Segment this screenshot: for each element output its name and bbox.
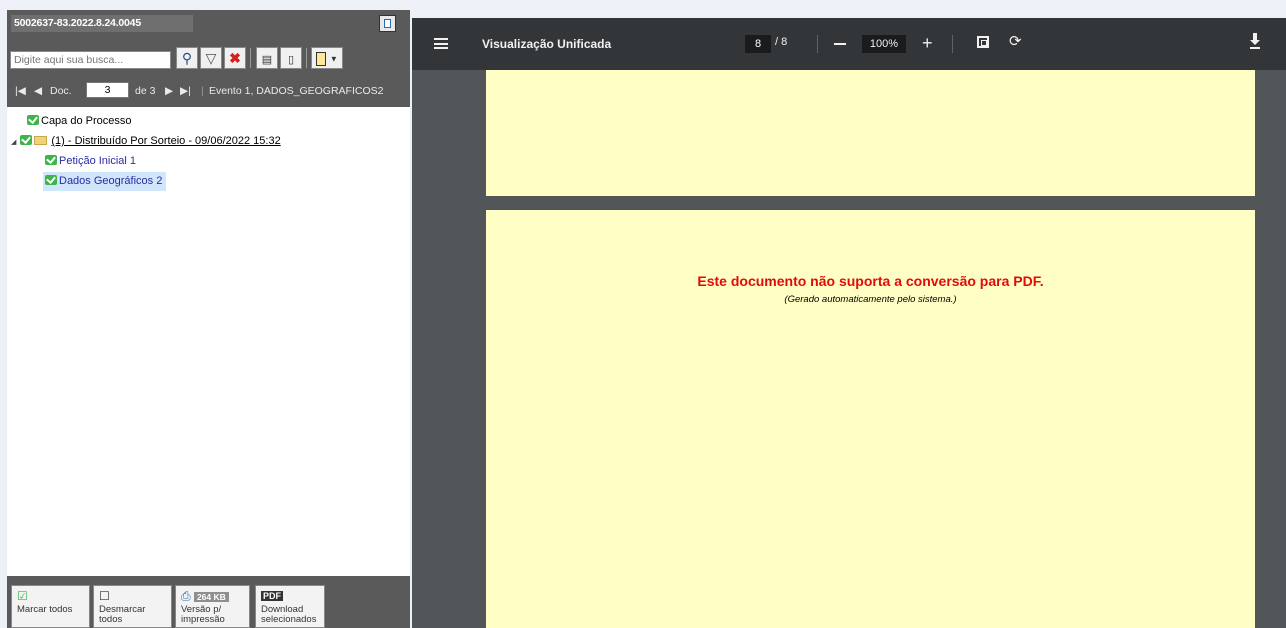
- doc-label: Doc.: [50, 85, 72, 97]
- checkbox-icon: [45, 155, 57, 165]
- zoom-out-button[interactable]: [834, 43, 846, 45]
- list-icon: ▤: [261, 54, 273, 66]
- tree-item-doc-2-selected[interactable]: Dados Geográficos 2: [43, 172, 167, 191]
- tree-item-label: Dados Geográficos 2: [59, 175, 163, 187]
- search-input[interactable]: [10, 51, 171, 69]
- action-footer: ☑ Marcar todos ☐ Desmarcar todos ⎙ 264 K…: [7, 576, 410, 628]
- zoom-level-input[interactable]: 100%: [862, 35, 906, 53]
- unmark-all-button[interactable]: ☐ Desmarcar todos: [93, 585, 172, 628]
- document-view-button[interactable]: ▯: [280, 47, 302, 69]
- collapse-panel-button[interactable]: [379, 15, 396, 32]
- auto-generated-note: (Gerado automaticamente pelo sistema.): [784, 294, 957, 305]
- checkbox-icon: [27, 115, 39, 125]
- event-label: Evento 1, DADOS_GEOGRAFICOS2: [209, 85, 384, 97]
- folder-icon: [34, 136, 48, 145]
- page-options-dropdown[interactable]: ▼: [311, 47, 343, 69]
- clear-icon: ✖: [229, 50, 241, 66]
- pdf-page: [486, 70, 1255, 196]
- page-menu-icon: [316, 52, 326, 67]
- pdf-page: Este documento não suporta a conversão p…: [486, 210, 1255, 628]
- document-tree-panel: 5002637-83.2022.8.24.0045 ⚲ ▽ ✖ ▤ ▯ ▼ |◀…: [7, 10, 410, 628]
- checkbox-checked-icon: ☑: [17, 589, 28, 603]
- mark-all-button[interactable]: ☑ Marcar todos: [11, 585, 90, 628]
- fit-page-icon[interactable]: [977, 36, 989, 48]
- zoom-in-button[interactable]: +: [922, 34, 933, 52]
- checkbox-empty-icon: ☐: [99, 589, 110, 603]
- printer-icon: ⎙: [181, 589, 191, 603]
- tree-item-event[interactable]: ◢ (1) - Distribuído Por Sorteio - 09/06/2…: [11, 133, 281, 149]
- tree-item-label: Capa do Processo: [41, 115, 132, 127]
- print-version-button[interactable]: ⎙ 264 KB Versão p/ impressão: [175, 585, 250, 628]
- viewer-toolbar: Visualização Unificada 8 / 8 100% + ⟳: [412, 18, 1286, 70]
- viewer-title: Visualização Unificada: [482, 37, 612, 51]
- case-number: 5002637-83.2022.8.24.0045: [11, 15, 193, 32]
- doc-number-input[interactable]: 3: [86, 82, 129, 98]
- page-number-input[interactable]: 8: [745, 35, 771, 53]
- search-icon: ⚲: [181, 50, 193, 66]
- chevron-down-icon: ▼: [329, 54, 338, 64]
- tree-item-cover[interactable]: Capa do Processo: [27, 113, 132, 129]
- tree-header: 5002637-83.2022.8.24.0045 ⚲ ▽ ✖ ▤ ▯ ▼ |◀…: [7, 10, 410, 107]
- file-size-badge: 264 KB: [193, 592, 229, 602]
- tree-item-label: Petição Inicial 1: [59, 155, 137, 167]
- last-doc-button[interactable]: ▶|: [180, 81, 191, 101]
- list-view-button[interactable]: ▤: [256, 47, 278, 69]
- pdf-icon: PDF: [261, 591, 283, 601]
- checkbox-icon: [45, 175, 57, 185]
- clear-search-button[interactable]: ✖: [224, 47, 246, 69]
- next-doc-button[interactable]: ▶: [165, 81, 173, 101]
- menu-icon[interactable]: [434, 38, 448, 49]
- download-selected-button[interactable]: PDF Download selecionados: [255, 585, 325, 628]
- expand-icon[interactable]: ◢: [11, 139, 16, 146]
- rotate-icon[interactable]: ⟳: [1009, 34, 1022, 50]
- prev-doc-button[interactable]: ◀: [34, 81, 42, 101]
- tree-item-label: (1) - Distribuído Por Sorteio - 09/06/20…: [51, 135, 281, 147]
- pdf-viewer: Visualização Unificada 8 / 8 100% + ⟳ Es…: [412, 18, 1286, 628]
- filter-button[interactable]: ▽: [200, 47, 222, 69]
- document-icon: ▯: [287, 54, 295, 66]
- conversion-error-message: Este documento não suporta a conversão p…: [697, 273, 1044, 289]
- doc-of-label: de 3: [135, 85, 156, 97]
- page-total: / 8: [775, 36, 788, 48]
- checkbox-icon: [20, 135, 33, 145]
- search-button[interactable]: ⚲: [176, 47, 198, 69]
- filter-icon: ▽: [205, 50, 217, 66]
- document-navigation: |◀ ◀ Doc. de 3 ▶ ▶| | Evento 1, DADOS_GE…: [7, 81, 410, 101]
- tree-item-doc-1[interactable]: Petição Inicial 1: [45, 153, 136, 169]
- download-icon[interactable]: [1249, 33, 1261, 49]
- first-doc-button[interactable]: |◀: [15, 81, 26, 101]
